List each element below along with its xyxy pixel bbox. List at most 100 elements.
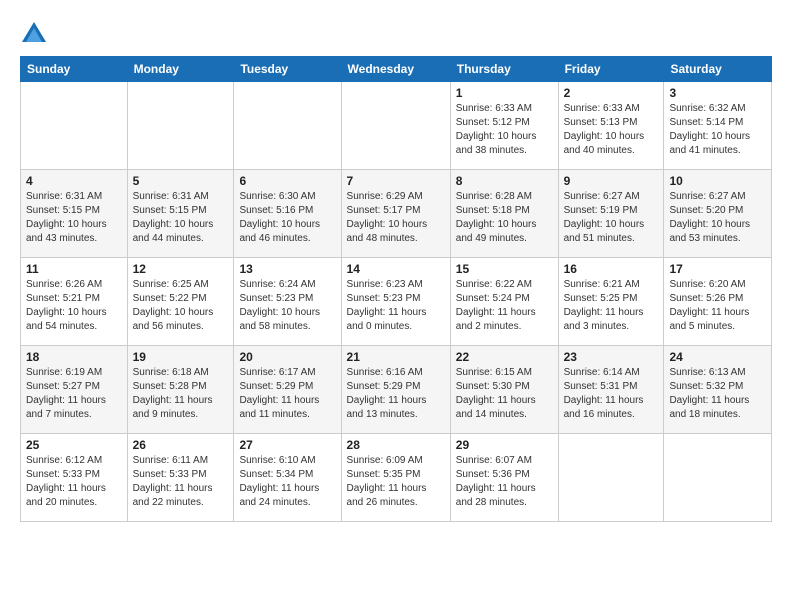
- calendar-cell: 14 Sunrise: 6:23 AM Sunset: 5:23 PM Dayli…: [341, 258, 450, 346]
- calendar-cell: 10 Sunrise: 6:27 AM Sunset: 5:20 PM Dayli…: [664, 170, 772, 258]
- day-of-week-header: Monday: [127, 57, 234, 82]
- calendar-cell: 21 Sunrise: 6:16 AM Sunset: 5:29 PM Dayli…: [341, 346, 450, 434]
- calendar-cell: 24 Sunrise: 6:13 AM Sunset: 5:32 PM Dayli…: [664, 346, 772, 434]
- calendar: SundayMondayTuesdayWednesdayThursdayFrid…: [20, 56, 772, 522]
- day-number: 27: [239, 438, 335, 452]
- page: SundayMondayTuesdayWednesdayThursdayFrid…: [0, 0, 792, 612]
- calendar-cell: 9 Sunrise: 6:27 AM Sunset: 5:19 PM Daylig…: [558, 170, 664, 258]
- day-info: Sunrise: 6:09 AM Sunset: 5:35 PM Dayligh…: [347, 454, 445, 510]
- calendar-header-row: SundayMondayTuesdayWednesdayThursdayFrid…: [21, 57, 772, 82]
- day-number: 25: [26, 438, 122, 452]
- calendar-cell: 19 Sunrise: 6:18 AM Sunset: 5:28 PM Dayli…: [127, 346, 234, 434]
- calendar-cell: 13 Sunrise: 6:24 AM Sunset: 5:23 PM Dayli…: [234, 258, 341, 346]
- day-number: 28: [347, 438, 445, 452]
- calendar-cell: 8 Sunrise: 6:28 AM Sunset: 5:18 PM Daylig…: [450, 170, 558, 258]
- day-info: Sunrise: 6:14 AM Sunset: 5:31 PM Dayligh…: [564, 366, 659, 422]
- calendar-cell: [234, 82, 341, 170]
- day-info: Sunrise: 6:16 AM Sunset: 5:29 PM Dayligh…: [347, 366, 445, 422]
- day-info: Sunrise: 6:15 AM Sunset: 5:30 PM Dayligh…: [456, 366, 553, 422]
- day-number: 23: [564, 350, 659, 364]
- calendar-cell: 28 Sunrise: 6:09 AM Sunset: 5:35 PM Dayli…: [341, 434, 450, 522]
- day-info: Sunrise: 6:31 AM Sunset: 5:15 PM Dayligh…: [133, 190, 229, 246]
- day-info: Sunrise: 6:18 AM Sunset: 5:28 PM Dayligh…: [133, 366, 229, 422]
- header: [20, 16, 772, 48]
- calendar-cell: [21, 82, 128, 170]
- day-number: 21: [347, 350, 445, 364]
- day-number: 14: [347, 262, 445, 276]
- day-number: 2: [564, 86, 659, 100]
- day-info: Sunrise: 6:33 AM Sunset: 5:13 PM Dayligh…: [564, 102, 659, 158]
- logo: [20, 20, 52, 48]
- day-number: 13: [239, 262, 335, 276]
- day-info: Sunrise: 6:33 AM Sunset: 5:12 PM Dayligh…: [456, 102, 553, 158]
- calendar-cell: 22 Sunrise: 6:15 AM Sunset: 5:30 PM Dayli…: [450, 346, 558, 434]
- day-of-week-header: Friday: [558, 57, 664, 82]
- day-info: Sunrise: 6:30 AM Sunset: 5:16 PM Dayligh…: [239, 190, 335, 246]
- day-info: Sunrise: 6:29 AM Sunset: 5:17 PM Dayligh…: [347, 190, 445, 246]
- day-number: 18: [26, 350, 122, 364]
- calendar-cell: 16 Sunrise: 6:21 AM Sunset: 5:25 PM Dayli…: [558, 258, 664, 346]
- day-number: 8: [456, 174, 553, 188]
- calendar-cell: 25 Sunrise: 6:12 AM Sunset: 5:33 PM Dayli…: [21, 434, 128, 522]
- day-number: 29: [456, 438, 553, 452]
- calendar-cell: 2 Sunrise: 6:33 AM Sunset: 5:13 PM Daylig…: [558, 82, 664, 170]
- day-info: Sunrise: 6:07 AM Sunset: 5:36 PM Dayligh…: [456, 454, 553, 510]
- calendar-week-row: 4 Sunrise: 6:31 AM Sunset: 5:15 PM Daylig…: [21, 170, 772, 258]
- calendar-cell: 15 Sunrise: 6:22 AM Sunset: 5:24 PM Dayli…: [450, 258, 558, 346]
- calendar-cell: 20 Sunrise: 6:17 AM Sunset: 5:29 PM Dayli…: [234, 346, 341, 434]
- day-info: Sunrise: 6:17 AM Sunset: 5:29 PM Dayligh…: [239, 366, 335, 422]
- calendar-cell: [664, 434, 772, 522]
- day-info: Sunrise: 6:27 AM Sunset: 5:20 PM Dayligh…: [669, 190, 766, 246]
- calendar-cell: 29 Sunrise: 6:07 AM Sunset: 5:36 PM Dayli…: [450, 434, 558, 522]
- day-number: 12: [133, 262, 229, 276]
- day-info: Sunrise: 6:28 AM Sunset: 5:18 PM Dayligh…: [456, 190, 553, 246]
- day-info: Sunrise: 6:27 AM Sunset: 5:19 PM Dayligh…: [564, 190, 659, 246]
- day-number: 22: [456, 350, 553, 364]
- day-number: 26: [133, 438, 229, 452]
- calendar-week-row: 11 Sunrise: 6:26 AM Sunset: 5:21 PM Dayli…: [21, 258, 772, 346]
- day-of-week-header: Tuesday: [234, 57, 341, 82]
- day-number: 10: [669, 174, 766, 188]
- day-info: Sunrise: 6:21 AM Sunset: 5:25 PM Dayligh…: [564, 278, 659, 334]
- day-of-week-header: Sunday: [21, 57, 128, 82]
- calendar-week-row: 25 Sunrise: 6:12 AM Sunset: 5:33 PM Dayli…: [21, 434, 772, 522]
- day-info: Sunrise: 6:10 AM Sunset: 5:34 PM Dayligh…: [239, 454, 335, 510]
- day-number: 20: [239, 350, 335, 364]
- day-info: Sunrise: 6:13 AM Sunset: 5:32 PM Dayligh…: [669, 366, 766, 422]
- day-number: 3: [669, 86, 766, 100]
- calendar-cell: 1Sunrise: 6:33 AM Sunset: 5:12 PM Daylig…: [450, 82, 558, 170]
- calendar-cell: 17Sunrise: 6:20 AM Sunset: 5:26 PM Dayli…: [664, 258, 772, 346]
- day-info: Sunrise: 6:12 AM Sunset: 5:33 PM Dayligh…: [26, 454, 122, 510]
- day-number: 7: [347, 174, 445, 188]
- calendar-cell: [558, 434, 664, 522]
- day-of-week-header: Wednesday: [341, 57, 450, 82]
- day-info: Sunrise: 6:26 AM Sunset: 5:21 PM Dayligh…: [26, 278, 122, 334]
- calendar-cell: 12 Sunrise: 6:25 AM Sunset: 5:22 PM Dayli…: [127, 258, 234, 346]
- day-info: Sunrise: 6:11 AM Sunset: 5:33 PM Dayligh…: [133, 454, 229, 510]
- day-info: Sunrise: 6:19 AM Sunset: 5:27 PM Dayligh…: [26, 366, 122, 422]
- calendar-cell: 7 Sunrise: 6:29 AM Sunset: 5:17 PM Daylig…: [341, 170, 450, 258]
- calendar-week-row: 1Sunrise: 6:33 AM Sunset: 5:12 PM Daylig…: [21, 82, 772, 170]
- day-number: 17: [669, 262, 766, 276]
- day-number: 11: [26, 262, 122, 276]
- day-number: 4: [26, 174, 122, 188]
- day-number: 9: [564, 174, 659, 188]
- calendar-cell: 6Sunrise: 6:30 AM Sunset: 5:16 PM Daylig…: [234, 170, 341, 258]
- calendar-cell: 23 Sunrise: 6:14 AM Sunset: 5:31 PM Dayli…: [558, 346, 664, 434]
- calendar-cell: 18 Sunrise: 6:19 AM Sunset: 5:27 PM Dayli…: [21, 346, 128, 434]
- calendar-cell: 5Sunrise: 6:31 AM Sunset: 5:15 PM Daylig…: [127, 170, 234, 258]
- day-info: Sunrise: 6:24 AM Sunset: 5:23 PM Dayligh…: [239, 278, 335, 334]
- day-number: 19: [133, 350, 229, 364]
- day-number: 15: [456, 262, 553, 276]
- day-info: Sunrise: 6:25 AM Sunset: 5:22 PM Dayligh…: [133, 278, 229, 334]
- day-info: Sunrise: 6:22 AM Sunset: 5:24 PM Dayligh…: [456, 278, 553, 334]
- calendar-cell: 27 Sunrise: 6:10 AM Sunset: 5:34 PM Dayli…: [234, 434, 341, 522]
- day-number: 16: [564, 262, 659, 276]
- calendar-cell: 11 Sunrise: 6:26 AM Sunset: 5:21 PM Dayli…: [21, 258, 128, 346]
- day-info: Sunrise: 6:23 AM Sunset: 5:23 PM Dayligh…: [347, 278, 445, 334]
- day-of-week-header: Saturday: [664, 57, 772, 82]
- day-number: 24: [669, 350, 766, 364]
- logo-icon: [20, 20, 48, 48]
- day-info: Sunrise: 6:31 AM Sunset: 5:15 PM Dayligh…: [26, 190, 122, 246]
- calendar-week-row: 18 Sunrise: 6:19 AM Sunset: 5:27 PM Dayli…: [21, 346, 772, 434]
